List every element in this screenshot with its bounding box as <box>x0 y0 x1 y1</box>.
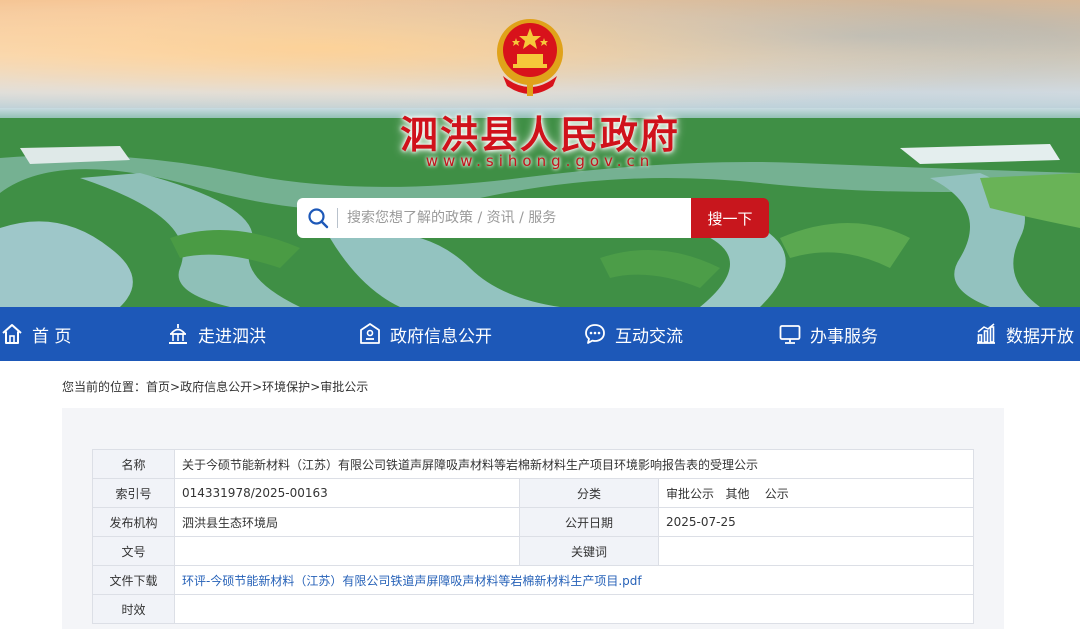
date-value: 2025-07-25 <box>657 507 975 537</box>
site-title: 泗洪县人民政府 <box>399 112 680 157</box>
category-label: 分类 <box>519 478 659 508</box>
breadcrumb-separator: > <box>170 380 181 394</box>
breadcrumb-prefix: 您当前的位置： <box>62 380 147 394</box>
table-row: 名称 关于今硕节能新材料（江苏）有限公司铁道声屏障吸声材料等岩棉新材料生产项目环… <box>92 449 975 479</box>
breadcrumb: 您当前的位置：首页>政府信息公开>环境保护>审批公示 <box>62 378 368 395</box>
breadcrumb-home[interactable]: 首页 <box>146 380 170 394</box>
main-nav: 首 页 走进泗洪 政府信息公开 互动交流 办事服务 数据开放 <box>0 307 1080 361</box>
name-value: 关于今硕节能新材料（江苏）有限公司铁道声屏障吸声材料等岩棉新材料生产项目环境影响… <box>173 449 975 479</box>
validity-value <box>173 594 975 624</box>
table-row: 文号 关键词 <box>92 536 975 566</box>
search-input[interactable] <box>347 198 683 238</box>
index-value: 014331978/2025-00163 <box>174 478 520 508</box>
breadcrumb-environment[interactable]: 环境保护 <box>262 380 310 394</box>
home-icon <box>2 324 22 344</box>
category-value: 审批公示 其他 公示 <box>657 478 975 508</box>
breadcrumb-separator: > <box>252 380 263 394</box>
header-banner: 泗洪县人民政府 www.sihong.gov.cn 搜一下 <box>0 0 1080 307</box>
keywords-value <box>657 536 975 566</box>
search-bar: 搜一下 <box>297 198 769 238</box>
search-button[interactable]: 搜一下 <box>691 198 769 238</box>
nav-item-label: 互动交流 <box>615 326 683 347</box>
table-row: 文件下载 环评-今硕节能新材料（江苏）有限公司铁道声屏障吸声材料等岩棉新材料生产… <box>92 565 975 595</box>
index-label: 索引号 <box>92 478 175 508</box>
nav-item-about-sihong[interactable]: 走进泗洪 <box>166 307 266 361</box>
landmark-icon <box>169 324 187 344</box>
breadcrumb-approval[interactable]: 审批公示 <box>320 380 368 394</box>
national-emblem-icon <box>497 19 563 96</box>
table-row: 时效 <box>92 594 975 624</box>
doc-number-value <box>174 536 520 566</box>
nav-item-label: 走进泗洪 <box>198 326 266 347</box>
validity-label: 时效 <box>92 594 175 624</box>
nav-item-home[interactable]: 首 页 <box>0 307 71 361</box>
search-divider <box>337 208 338 228</box>
keywords-label: 关键词 <box>519 536 659 566</box>
date-label: 公开日期 <box>519 507 659 537</box>
chat-bubble-icon <box>585 324 605 344</box>
nav-item-label: 政府信息公开 <box>390 326 492 347</box>
download-label: 文件下载 <box>92 565 175 595</box>
nav-item-gov-info[interactable]: 政府信息公开 <box>358 307 492 361</box>
info-table: 名称 关于今硕节能新材料（江苏）有限公司铁道声屏障吸声材料等岩棉新材料生产项目环… <box>92 449 975 624</box>
download-link[interactable]: 环评-今硕节能新材料（江苏）有限公司铁道声屏障吸声材料等岩棉新材料生产项目.pd… <box>182 574 642 588</box>
search-icon[interactable] <box>307 207 329 229</box>
nav-item-open-data[interactable]: 数据开放 <box>974 307 1074 361</box>
site-url: www.sihong.gov.cn <box>425 152 655 170</box>
download-cell: 环评-今硕节能新材料（江苏）有限公司铁道声屏障吸声材料等岩棉新材料生产项目.pd… <box>173 565 975 595</box>
table-row: 索引号 014331978/2025-00163 分类 审批公示 其他 公示 <box>92 478 975 508</box>
government-building-icon <box>360 323 380 344</box>
nav-item-services[interactable]: 办事服务 <box>778 307 878 361</box>
doc-number-label: 文号 <box>92 536 175 566</box>
search-box <box>297 198 691 238</box>
nav-item-interaction[interactable]: 互动交流 <box>583 307 683 361</box>
breadcrumb-separator: > <box>310 380 321 394</box>
name-label: 名称 <box>92 449 175 479</box>
monitor-icon <box>779 325 801 344</box>
breadcrumb-gov-info[interactable]: 政府信息公开 <box>180 380 252 394</box>
publisher-label: 发布机构 <box>92 507 175 537</box>
nav-item-label: 数据开放 <box>1006 326 1074 347</box>
publisher-value: 泗洪县生态环境局 <box>174 507 520 537</box>
bar-chart-icon <box>977 323 995 344</box>
nav-item-label: 办事服务 <box>810 326 878 347</box>
table-row: 发布机构 泗洪县生态环境局 公开日期 2025-07-25 <box>92 507 975 537</box>
nav-item-label: 首 页 <box>32 326 72 347</box>
